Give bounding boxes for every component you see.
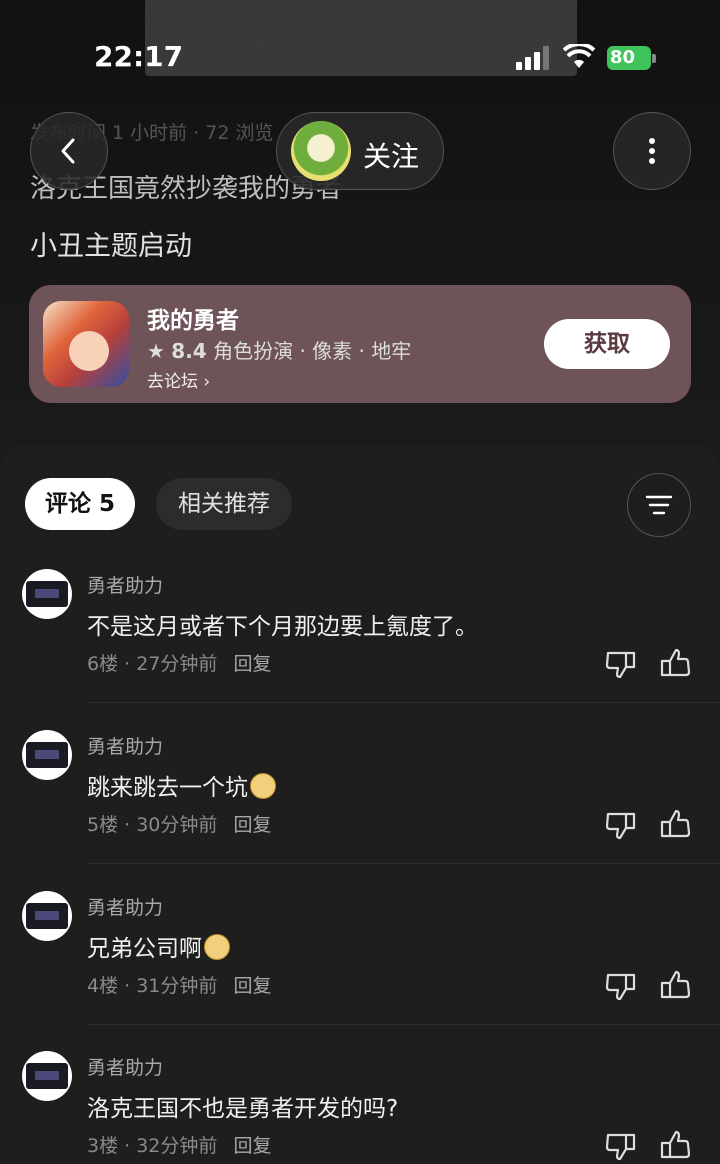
thumbs-up-emoji-icon xyxy=(250,773,276,799)
thumbs-up-icon[interactable] xyxy=(658,808,692,842)
status-time: 22:17 xyxy=(94,40,184,73)
comment-item: 勇者助力 洛克王国不也是勇者开发的吗? 3楼 · 32分钟前 回复 xyxy=(0,1051,720,1164)
game-meta: ★ 8.4 角色扮演 · 像素 · 地牢 xyxy=(147,335,411,364)
comment-meta: 5楼 · 30分钟前 回复 xyxy=(87,814,272,836)
game-tags: 角色扮演 · 像素 · 地牢 xyxy=(213,339,412,363)
comment-text: 跳来跳去一个坑 xyxy=(87,768,276,802)
comment-floor: 3楼 xyxy=(87,1135,119,1157)
reply-button[interactable]: 回复 xyxy=(233,1135,271,1157)
comment-username[interactable]: 勇者助力 xyxy=(87,1053,163,1080)
comment-item: 勇者助力 不是这月或者下个月那边要上氪度了。 6楼 · 27分钟前 回复 xyxy=(0,569,720,729)
reply-button[interactable]: 回复 xyxy=(233,653,271,675)
menu-icon: ☰ xyxy=(255,36,273,60)
comment-text-content: 跳来跳去一个坑 xyxy=(87,775,248,801)
comment-username[interactable]: 勇者助力 xyxy=(87,732,163,759)
chevron-left-icon xyxy=(61,138,75,164)
tab-comments[interactable]: 评论 5 xyxy=(25,478,135,530)
divider xyxy=(87,863,720,864)
chevron-right-icon: › xyxy=(203,372,211,392)
game-icon xyxy=(43,301,129,387)
thumbs-down-icon[interactable] xyxy=(604,969,638,1003)
comment-time: 31分钟前 xyxy=(136,975,218,997)
divider xyxy=(87,1024,720,1025)
more-vertical-icon xyxy=(649,138,655,164)
battery-tip xyxy=(652,54,656,63)
forum-link-label: 去论坛 xyxy=(147,372,198,392)
comment-username[interactable]: 勇者助力 xyxy=(87,571,163,598)
follow-button[interactable]: 关注 xyxy=(276,112,444,190)
comment-text: 洛克王国不也是勇者开发的吗? xyxy=(87,1096,399,1122)
comment-time: 27分钟前 xyxy=(136,653,218,675)
avatar[interactable] xyxy=(22,891,72,941)
comment-text: 不是这月或者下个月那边要上氪度了。 xyxy=(87,614,478,640)
divider xyxy=(87,702,720,703)
comment-text: 兄弟公司啊 xyxy=(87,929,230,963)
comment-meta: 6楼 · 27分钟前 回复 xyxy=(87,653,272,675)
wifi-icon xyxy=(563,44,595,68)
sort-button[interactable] xyxy=(627,473,691,537)
thumbs-up-icon[interactable] xyxy=(658,1129,692,1163)
thumbs-up-icon[interactable] xyxy=(658,969,692,1003)
comment-floor: 4楼 xyxy=(87,975,119,997)
post-body: 小丑主题启动 xyxy=(30,231,192,262)
smiling-emoji-icon xyxy=(204,934,230,960)
signal-icon xyxy=(516,46,552,70)
comment-floor: 6楼 xyxy=(87,653,119,675)
comment-time: 32分钟前 xyxy=(136,1135,218,1157)
comment-item: 勇者助力 兄弟公司啊 4楼 · 31分钟前 回复 xyxy=(0,891,720,1051)
star-icon: ★ xyxy=(147,339,165,363)
avatar[interactable] xyxy=(22,1051,72,1101)
follow-label: 关注 xyxy=(363,140,420,173)
avatar[interactable] xyxy=(22,730,72,780)
game-card[interactable]: 我的勇者 ★ 8.4 角色扮演 · 像素 · 地牢 去论坛 › 获取 xyxy=(29,285,691,403)
game-name: 我的勇者 xyxy=(147,308,239,334)
thumbs-up-icon[interactable] xyxy=(658,647,692,681)
comment-meta: 3楼 · 32分钟前 回复 xyxy=(87,1135,272,1157)
comment-time: 30分钟前 xyxy=(136,814,218,836)
comment-floor: 5楼 xyxy=(87,814,119,836)
get-button[interactable]: 获取 xyxy=(544,319,670,369)
comment-username[interactable]: 勇者助力 xyxy=(87,893,163,920)
square-icon: ▢ xyxy=(349,36,368,60)
sort-lines-icon xyxy=(645,495,673,515)
comment-item: 勇者助力 跳来跳去一个坑 5楼 · 30分钟前 回复 xyxy=(0,730,720,890)
back-triangle-icon: ‹ xyxy=(445,36,453,60)
comments-panel: 评论 5 相关推荐 勇者助力 不是这月或者下个月那边要上氪度了。 6楼 · 27… xyxy=(0,444,720,1164)
thumbs-down-icon[interactable] xyxy=(604,808,638,842)
reply-button[interactable]: 回复 xyxy=(233,975,271,997)
reply-button[interactable]: 回复 xyxy=(233,814,271,836)
thumbs-down-icon[interactable] xyxy=(604,1129,638,1163)
comment-meta: 4楼 · 31分钟前 回复 xyxy=(87,975,272,997)
battery-indicator: 80 xyxy=(607,46,651,70)
game-rating: 8.4 xyxy=(171,339,207,363)
avatar[interactable] xyxy=(22,569,72,619)
tab-related[interactable]: 相关推荐 xyxy=(156,478,292,530)
author-avatar xyxy=(291,121,351,181)
forum-link[interactable]: 去论坛 › xyxy=(147,367,210,392)
system-nav-overlay: ☰ ▢ ‹ xyxy=(145,0,577,76)
back-button[interactable] xyxy=(30,112,108,190)
comment-text-content: 兄弟公司啊 xyxy=(87,936,202,962)
more-options-button[interactable] xyxy=(613,112,691,190)
thumbs-down-icon[interactable] xyxy=(604,647,638,681)
